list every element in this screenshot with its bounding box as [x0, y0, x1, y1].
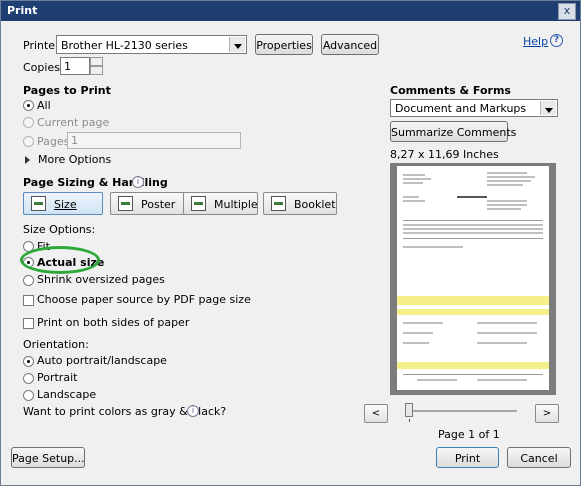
expand-arrow-icon[interactable] — [25, 156, 30, 164]
both-sides-label: Print on both sides of paper — [37, 316, 190, 329]
auto-orientation-label: Auto portrait/landscape — [37, 354, 167, 367]
properties-label: Properties — [256, 39, 312, 52]
comments-value: Document and Markups — [395, 102, 527, 115]
pages-all-radio[interactable] — [23, 100, 34, 111]
page-status: Page 1 of 1 — [438, 428, 500, 441]
paper-source-checkbox[interactable] — [23, 295, 34, 306]
size-icon — [31, 196, 46, 211]
copies-input[interactable]: 1 — [60, 57, 90, 75]
multiple-tab[interactable]: Multiple — [183, 192, 258, 215]
slider-tick — [409, 419, 410, 422]
poster-tab-label: Poster — [141, 198, 176, 211]
gray-info-icon[interactable]: i — [187, 405, 199, 417]
poster-icon — [118, 196, 133, 211]
booklet-tab-label: Booklet — [294, 198, 336, 211]
pages-to-print-heading: Pages to Print — [23, 84, 111, 97]
shrink-radio[interactable] — [23, 275, 34, 286]
pages-range-input[interactable]: 1 — [67, 132, 241, 149]
highlight-ring — [20, 246, 100, 274]
pages-range-label: Pages — [37, 135, 70, 148]
print-button[interactable]: Print — [436, 447, 499, 468]
pages-range-radio[interactable] — [23, 136, 34, 147]
booklet-tab[interactable]: Booklet — [263, 192, 337, 215]
current-page-radio[interactable] — [23, 117, 34, 128]
preview-page — [397, 166, 549, 390]
page-sizing-heading: Page Sizing & Handling — [23, 176, 168, 189]
summarize-comments-button[interactable]: Summarize Comments — [390, 121, 516, 142]
portrait-radio[interactable] — [23, 373, 34, 384]
shrink-label: Shrink oversized pages — [37, 273, 165, 286]
chevron-down-icon — [229, 37, 245, 52]
printer-select[interactable]: Brother HL-2130 series — [56, 35, 247, 54]
chevron-down-icon — [540, 101, 556, 115]
more-options-label[interactable]: More Options — [38, 153, 111, 166]
landscape-label: Landscape — [37, 388, 97, 401]
page-setup-label: Page Setup... — [12, 452, 85, 465]
multiple-icon — [191, 196, 206, 211]
paper-size-label: 8,27 x 11,69 Inches — [390, 148, 499, 161]
pages-range-value: 1 — [71, 134, 78, 147]
properties-button[interactable]: Properties — [255, 34, 313, 55]
printer-value: Brother HL-2130 series — [61, 39, 188, 52]
landscape-radio[interactable] — [23, 390, 34, 401]
next-page-icon: > — [542, 408, 552, 419]
cancel-button[interactable]: Cancel — [507, 447, 571, 468]
page-preview — [390, 163, 556, 395]
size-tab-label: Size — [54, 198, 77, 211]
copies-increment[interactable] — [90, 57, 103, 66]
print-dialog: Print x Help ? Printer: Brother HL-2130 … — [0, 0, 581, 486]
page-setup-button[interactable]: Page Setup... — [11, 447, 85, 468]
multiple-tab-label: Multiple — [214, 198, 258, 211]
comments-heading: Comments & Forms — [390, 84, 511, 97]
previous-page-icon: < — [371, 408, 381, 419]
copies-label: Copies: — [23, 61, 64, 74]
info-icon[interactable]: i — [132, 176, 144, 188]
size-options-label: Size Options: — [23, 223, 96, 236]
comments-select[interactable]: Document and Markups — [390, 99, 558, 117]
current-page-label: Current page — [37, 116, 110, 129]
window-title: Print — [7, 4, 38, 17]
paper-source-label: Choose paper source by PDF page size — [37, 293, 251, 306]
page-slider-track[interactable] — [405, 410, 517, 412]
copies-decrement[interactable] — [90, 66, 103, 75]
previous-page-button[interactable]: < — [364, 404, 388, 423]
cancel-label: Cancel — [520, 452, 558, 465]
title-bar: Print x — [1, 1, 580, 21]
print-label: Print — [454, 452, 481, 465]
poster-tab[interactable]: Poster — [110, 192, 185, 215]
close-icon[interactable]: x — [558, 3, 576, 20]
pages-all-label: All — [37, 99, 51, 112]
copies-value: 1 — [64, 60, 71, 73]
advanced-button[interactable]: Advanced — [321, 34, 379, 55]
next-page-button[interactable]: > — [535, 404, 559, 423]
auto-orientation-radio[interactable] — [23, 356, 34, 367]
help-icon[interactable]: ? — [550, 34, 563, 47]
summarize-comments-label: Summarize Comments — [391, 126, 517, 139]
help-link[interactable]: Help — [523, 35, 548, 48]
portrait-label: Portrait — [37, 371, 78, 384]
size-tab[interactable]: Size — [23, 192, 103, 215]
both-sides-checkbox[interactable] — [23, 318, 34, 329]
orientation-label: Orientation: — [23, 338, 89, 351]
advanced-label: Advanced — [322, 39, 378, 52]
page-slider-thumb[interactable] — [405, 403, 413, 417]
booklet-icon — [271, 196, 286, 211]
